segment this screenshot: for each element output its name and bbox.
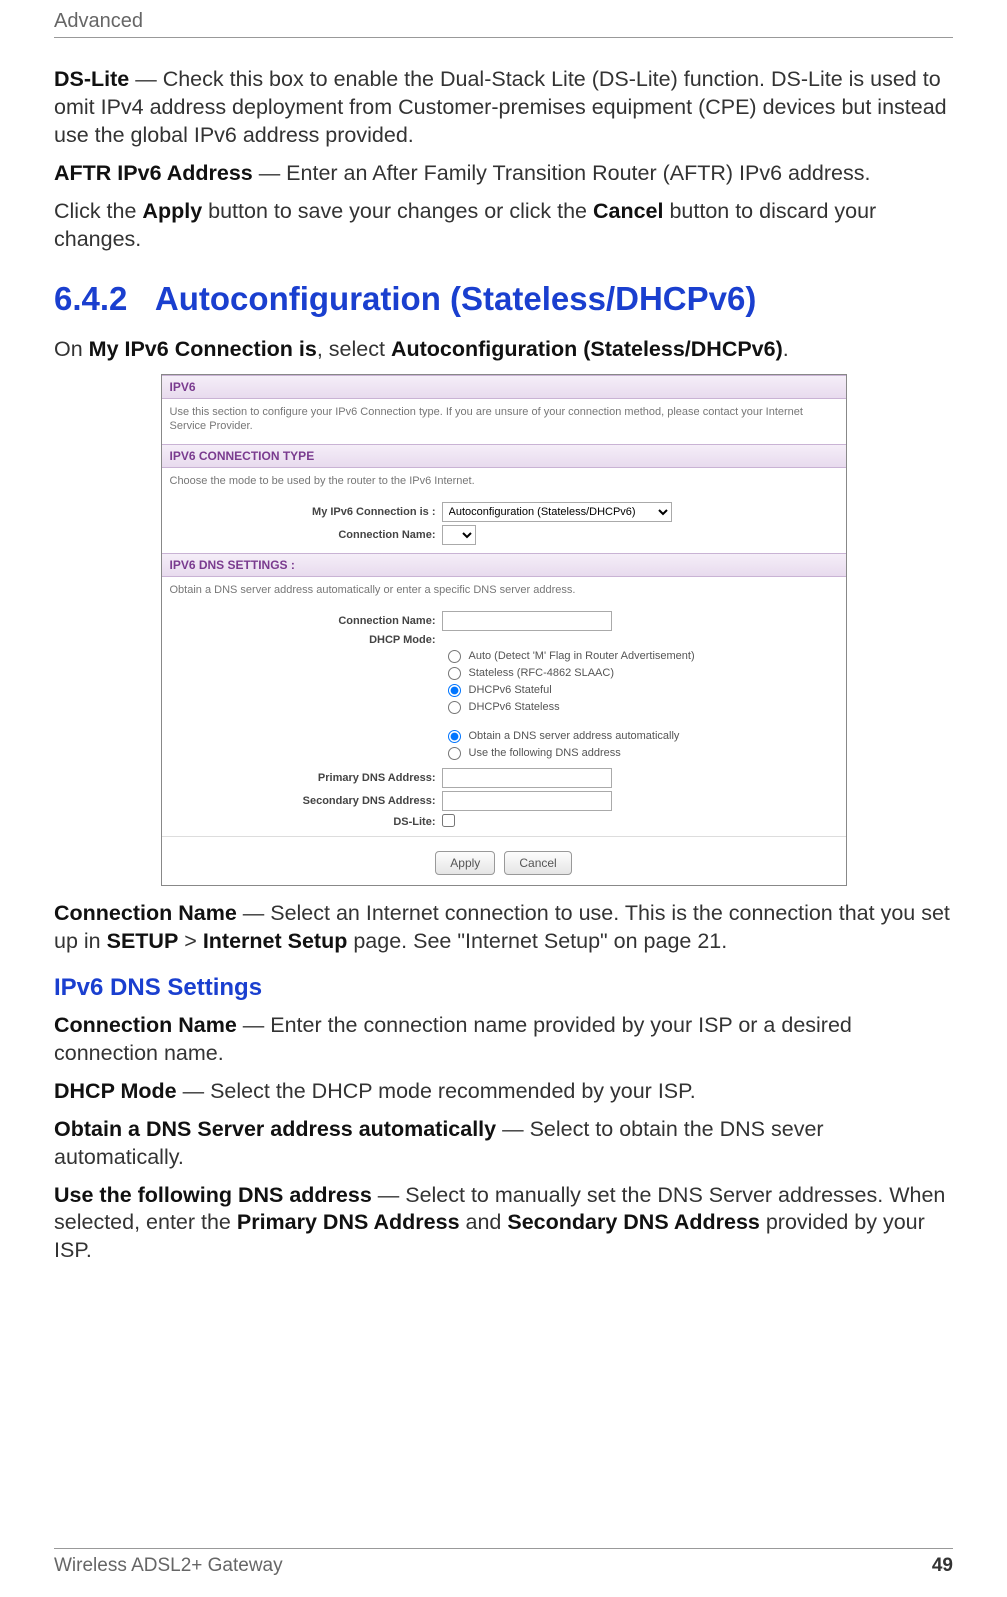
select-my-conn[interactable]: Autoconfiguration (Stateless/DHCPv6) <box>442 502 672 522</box>
term-aftr: AFTR IPv6 Address <box>54 161 253 185</box>
paragraph-dhcp-mode: DHCP Mode — Select the DHCP mode recomme… <box>54 1078 953 1106</box>
label-dslite: DS-Lite: <box>162 816 442 828</box>
radio-slaac[interactable] <box>448 667 461 680</box>
label-conn-name-1: Connection Name: <box>162 529 442 541</box>
radio-auto[interactable] <box>448 650 461 663</box>
paragraph-conn-name: Connection Name — Select an Internet con… <box>54 900 953 956</box>
label-conn-name-2: Connection Name: <box>162 615 442 627</box>
page-footer: Wireless ADSL2+ Gateway 49 <box>54 1548 953 1577</box>
radio-stateless[interactable] <box>448 701 461 714</box>
term-cancel: Cancel <box>593 199 664 223</box>
radio-use-label: Use the following DNS address <box>469 747 621 759</box>
input-secondary-dns[interactable] <box>442 791 612 811</box>
radio-stateful-label: DHCPv6 Stateful <box>469 684 552 696</box>
term-apply: Apply <box>142 199 202 223</box>
label-primary-dns: Primary DNS Address: <box>162 772 442 784</box>
paragraph-aftr: AFTR IPv6 Address — Enter an After Famil… <box>54 160 953 188</box>
panel-conn-note: Choose the mode to be used by the router… <box>162 468 846 499</box>
text: — Select the DHCP mode recommended by yo… <box>177 1079 696 1103</box>
paragraph-use: Use the following DNS address — Select t… <box>54 1182 953 1266</box>
text: . <box>783 337 789 361</box>
input-primary-dns[interactable] <box>442 768 612 788</box>
radio-stateless-label: DHCPv6 Stateless <box>469 701 560 713</box>
label-my-conn: My IPv6 Connection is : <box>162 506 442 518</box>
footer-page-number: 49 <box>932 1555 953 1577</box>
radio-obtain-label: Obtain a DNS server address automaticall… <box>469 730 680 742</box>
radio-use[interactable] <box>448 747 461 760</box>
text: Autoconfiguration (Stateless/DHCPv6) <box>391 337 783 361</box>
panel-ipv6-note: Use this section to configure your IPv6 … <box>162 399 846 445</box>
text: button to save your changes or click the <box>202 199 593 223</box>
paragraph-dslite: DS-Lite — Check this box to enable the D… <box>54 66 953 150</box>
term: Use the following DNS address <box>54 1183 372 1207</box>
text: SETUP <box>107 929 179 953</box>
text: — Enter an After Family Transition Route… <box>253 161 871 185</box>
select-conn-name-1[interactable] <box>442 525 476 545</box>
label-dhcp-mode: DHCP Mode: <box>162 634 442 646</box>
section-heading: 6.4.2 Autoconfiguration (Stateless/DHCPv… <box>54 280 953 318</box>
text: Click the <box>54 199 142 223</box>
config-screenshot: IPV6 Use this section to configure your … <box>161 374 847 886</box>
panel-dns-note: Obtain a DNS server address automaticall… <box>162 577 846 608</box>
radio-auto-label: Auto (Detect 'M' Flag in Router Advertis… <box>469 650 695 662</box>
paragraph-select: On My IPv6 Connection is, select Autocon… <box>54 336 953 364</box>
text: and <box>460 1210 508 1234</box>
page-header: Advanced <box>54 10 953 38</box>
paragraph-apply: Click the Apply button to save your chan… <box>54 198 953 254</box>
term-dslite: DS-Lite <box>54 67 129 91</box>
text: > <box>178 929 203 953</box>
footer-product: Wireless ADSL2+ Gateway <box>54 1555 283 1577</box>
section-title: Autoconfiguration (Stateless/DHCPv6) <box>155 280 756 317</box>
radio-stateful[interactable] <box>448 684 461 697</box>
term: Connection Name <box>54 901 237 925</box>
apply-button[interactable]: Apply <box>435 851 495 875</box>
label-secondary-dns: Secondary DNS Address: <box>162 795 442 807</box>
section-number: 6.4.2 <box>54 280 127 317</box>
radio-slaac-label: Stateless (RFC-4862 SLAAC) <box>469 667 615 679</box>
term: Connection Name <box>54 1013 237 1037</box>
subheading-ipv6-dns: IPv6 DNS Settings <box>54 974 953 1002</box>
panel-ipv6-bar: IPV6 <box>162 375 846 399</box>
text: Primary DNS Address <box>237 1210 460 1234</box>
term: DHCP Mode <box>54 1079 177 1103</box>
text: Internet Setup <box>203 929 348 953</box>
text: On <box>54 337 89 361</box>
radio-obtain[interactable] <box>448 730 461 743</box>
input-conn-name[interactable] <box>442 611 612 631</box>
text: — Check this box to enable the Dual-Stac… <box>54 67 947 147</box>
term: Obtain a DNS Server address automaticall… <box>54 1117 496 1141</box>
text: page. See "Internet Setup" on page 21. <box>347 929 727 953</box>
cancel-button[interactable]: Cancel <box>504 851 571 875</box>
text: , select <box>317 337 391 361</box>
checkbox-dslite[interactable] <box>442 814 455 827</box>
paragraph-obtain: Obtain a DNS Server address automaticall… <box>54 1116 953 1172</box>
paragraph-conn-name-2: Connection Name — Enter the connection n… <box>54 1012 953 1068</box>
panel-dns-bar: IPV6 DNS SETTINGS : <box>162 553 846 577</box>
panel-conn-bar: IPV6 CONNECTION TYPE <box>162 444 846 468</box>
text: Secondary DNS Address <box>507 1210 760 1234</box>
text: My IPv6 Connection is <box>89 337 317 361</box>
